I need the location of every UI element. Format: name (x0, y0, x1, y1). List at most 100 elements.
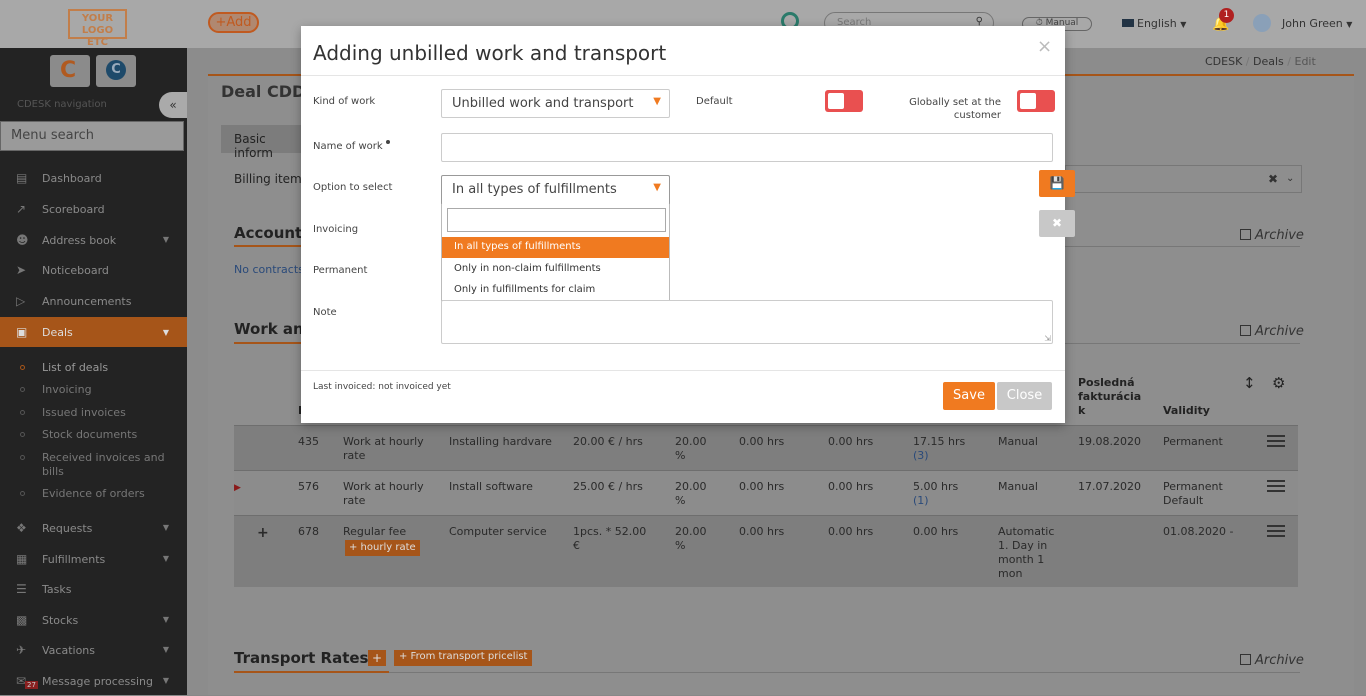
note-textarea[interactable]: ⇲ (441, 300, 1053, 344)
company-logo[interactable]: YOUR LOGO ETC (68, 9, 127, 48)
expand-icon[interactable]: + (257, 526, 269, 540)
default-toggle[interactable] (825, 90, 863, 112)
billing-item-select[interactable]: ✖ ⌄ (1065, 165, 1302, 193)
dashboard-icon: ▤ (16, 171, 28, 185)
accounting-accent (234, 245, 304, 247)
nav-evidence-of-orders[interactable]: Evidence of orders (0, 487, 187, 500)
row-id: 435 (298, 435, 319, 448)
caret-right-icon[interactable]: ▶ (234, 481, 241, 495)
accounting-heading: Accounti (234, 224, 308, 242)
nav-noticeboard[interactable]: ➤ Noticeboard (0, 257, 187, 285)
transport-accent (234, 671, 389, 673)
name-of-work-input[interactable] (441, 133, 1053, 162)
nav-address-book[interactable]: ☻ Address book ▼ (0, 227, 187, 255)
sort-icon[interactable]: ↕ (1243, 374, 1256, 392)
work-accent (234, 342, 304, 344)
nav-stock-documents[interactable]: Stock documents (0, 428, 187, 441)
cubes-icon: ▩ (16, 613, 28, 627)
close-icon[interactable]: × (1037, 36, 1052, 57)
row-count-link[interactable]: (3) (913, 449, 929, 463)
nav-deals[interactable]: ▣ Deals ▼ (0, 317, 187, 347)
note-label: Note (313, 307, 337, 318)
archive-checkbox-work[interactable]: Archive (1240, 324, 1304, 339)
row-hours-2: 0.00 hrs (828, 435, 874, 448)
no-contracts-text: No contracts (234, 263, 304, 276)
resize-handle-icon[interactable]: ⇲ (1044, 334, 1051, 343)
billing-item-label: Billing item (234, 172, 302, 186)
table-row[interactable]: 435 Work at hourly rate Installing hardv… (234, 425, 1298, 470)
row-vat: 20.00 % (675, 480, 707, 507)
message-badge: 27 (25, 681, 38, 689)
collapse-sidebar-button[interactable]: « (159, 92, 187, 118)
chevron-down-icon: ▼ (653, 182, 661, 193)
bullhorn-icon: ▷ (16, 294, 26, 308)
required-dot-icon (385, 140, 390, 144)
nav-issued-invoices[interactable]: Issued invoices (0, 406, 187, 419)
caret-down-icon: ▼ (162, 328, 169, 337)
kind-of-work-select[interactable]: Unbilled work and transport ▼ (441, 89, 670, 118)
archive-checkbox-accounting[interactable]: Archive (1240, 228, 1304, 243)
row-hours-3: 5.00 hrs (913, 480, 959, 493)
row-kind: Regular fee (343, 525, 407, 538)
table-row[interactable]: ▶ 576 Work at hourly rate Install softwa… (234, 470, 1298, 515)
row-mode: Automatic 1. Day in month 1 mon (998, 525, 1055, 580)
transport-pricelist-button[interactable]: + From transport pricelist (394, 650, 533, 666)
menu-search-input[interactable]: Menu search (0, 121, 184, 151)
save-button[interactable]: Save (943, 382, 995, 410)
row-menu-icon[interactable] (1267, 480, 1285, 492)
archive-checkbox-transport[interactable]: Archive (1240, 653, 1304, 668)
nav-received-invoices[interactable]: Received invoices and bills (0, 451, 165, 479)
row-hours-1: 0.00 hrs (739, 525, 785, 538)
tab-basic-info[interactable]: Basic inform (221, 125, 301, 160)
flag-icon (1122, 19, 1134, 27)
add-button[interactable]: +Add (208, 12, 259, 33)
last-invoiced-text: Last invoiced: not invoiced yet (313, 382, 451, 392)
page-title: Deal CDD (221, 82, 306, 101)
nav-vacations[interactable]: ✈ Vacations ▼ (0, 637, 187, 665)
avatar[interactable] (1253, 14, 1271, 32)
user-icon: ☻ (16, 233, 29, 247)
row-kind: Work at hourly rate (343, 435, 424, 462)
modal-footer-divider (301, 370, 1065, 371)
nav-dashboard[interactable]: ▤ Dashboard (0, 165, 187, 193)
add-transport-button[interactable]: + (368, 650, 386, 666)
option-non-claim[interactable]: Only in non-claim fulfillments (442, 259, 669, 280)
nav-scoreboard[interactable]: ↗ Scoreboard (0, 196, 187, 224)
user-menu[interactable]: John Green ▼ (1282, 17, 1352, 30)
briefcase-icon: ▣ (16, 325, 28, 339)
nav-stocks[interactable]: ▩ Stocks ▼ (0, 607, 187, 635)
row-menu-icon[interactable] (1267, 435, 1285, 447)
table-row[interactable]: + 678 Regular fee + hourly rate Computer… (234, 515, 1298, 587)
nav-requests[interactable]: ❖ Requests ▼ (0, 515, 187, 543)
option-all-fulfillments[interactable]: In all types of fulfillments (442, 237, 669, 258)
add-work-modal: Adding unbilled work and transport × Kin… (301, 26, 1065, 423)
cube-icon: ▦ (16, 552, 28, 566)
option-to-select-select[interactable]: In all types of fulfillments ▼ (441, 175, 670, 205)
clear-icon[interactable]: ✖ (1268, 172, 1278, 186)
nav-tasks[interactable]: ☰ Tasks (0, 576, 187, 604)
row-menu-icon[interactable] (1267, 525, 1285, 537)
floppy-icon[interactable]: 💾 (1039, 170, 1075, 197)
chart-icon: ↗ (16, 202, 27, 216)
gear-icon[interactable]: ⚙ (1272, 374, 1285, 392)
bullet-icon (20, 491, 25, 496)
globally-toggle[interactable] (1017, 90, 1055, 112)
caret-down-icon: ▼ (162, 554, 169, 563)
close-icon[interactable]: ✖ (1039, 210, 1075, 237)
cdesk-logo-blue[interactable]: C (96, 55, 136, 87)
row-count-link[interactable]: (1) (913, 494, 929, 508)
close-button[interactable]: Close (997, 382, 1052, 410)
nav-list-of-deals[interactable]: List of deals (0, 361, 187, 374)
hourly-rate-button[interactable]: + hourly rate (345, 540, 420, 556)
language-selector[interactable]: English ▼ (1122, 17, 1186, 30)
dropdown-search-input[interactable] (447, 208, 666, 232)
nav-fulfillments[interactable]: ▦ Fulfillments ▼ (0, 546, 187, 574)
row-name: Installing hardvare (449, 435, 552, 448)
bullet-icon (20, 455, 25, 460)
nav-announcements[interactable]: ▷ Announcements (0, 288, 187, 316)
kind-of-work-value: Unbilled work and transport (452, 96, 634, 111)
caret-down-icon: ▼ (162, 235, 169, 244)
nav-invoicing[interactable]: Invoicing (0, 383, 187, 396)
option-claim[interactable]: Only in fulfillments for claim (442, 280, 669, 301)
cdesk-logo-orange[interactable]: C (50, 55, 90, 87)
